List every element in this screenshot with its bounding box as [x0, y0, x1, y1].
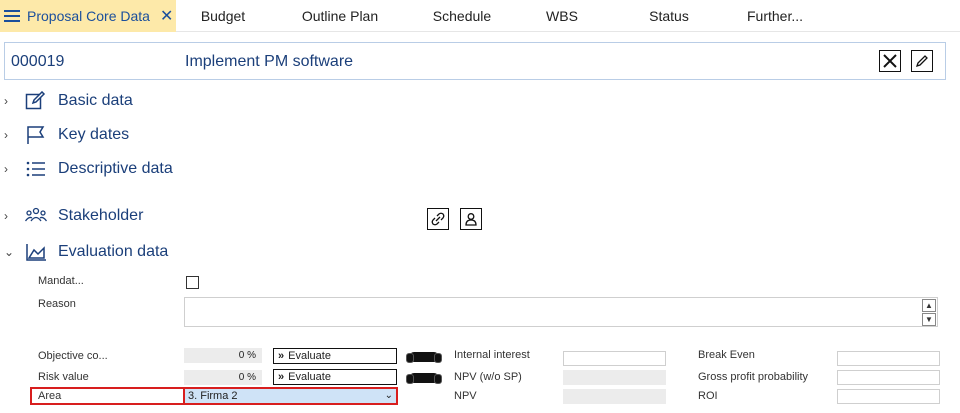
tab-status[interactable]: Status: [610, 0, 728, 32]
section-evaluation-data[interactable]: ⌄ Evaluation data: [4, 239, 168, 265]
record-id: 000019: [11, 53, 65, 70]
cancel-button[interactable]: [879, 50, 901, 72]
chevron-right-icon[interactable]: ›: [4, 94, 20, 108]
roller-icon: [406, 352, 442, 363]
tab-label: Budget: [200, 8, 246, 24]
area-select[interactable]: 3. Firma 2 ⌄: [183, 387, 398, 405]
area-label: Area: [38, 390, 62, 402]
tab-label: Further...: [746, 8, 804, 24]
tab-schedule[interactable]: Schedule: [410, 0, 514, 32]
roller-icon: [406, 373, 442, 384]
pencil-icon: [915, 55, 928, 68]
edit-button[interactable]: [911, 50, 933, 72]
record-title: Implement PM software: [185, 53, 354, 70]
link-icon: [431, 212, 445, 226]
roi-field[interactable]: [837, 389, 940, 404]
tab-label: WBS: [546, 8, 578, 24]
tab-proposal-core-data[interactable]: Proposal Core Data ✕: [0, 0, 176, 32]
tab-label: Status: [649, 8, 689, 24]
tab-further[interactable]: Further...: [728, 0, 822, 32]
tab-label: Schedule: [432, 8, 492, 24]
list-icon: [24, 158, 48, 180]
tab-label: Proposal Core Data: [27, 8, 150, 24]
area-chart-icon: [24, 241, 48, 263]
section-basic-data[interactable]: › Basic data: [4, 88, 133, 114]
objective-label: Objective co...: [38, 350, 108, 362]
tab-outline-plan[interactable]: Outline Plan: [270, 0, 410, 32]
area-value: 3. Firma 2: [188, 390, 238, 402]
section-descriptive-data[interactable]: › Descriptive data: [4, 156, 173, 182]
double-chevron-icon: »: [278, 350, 285, 362]
npv-wo-sp-label: NPV (w/o SP): [454, 371, 522, 383]
npv-label: NPV: [454, 390, 477, 402]
gross-profit-field[interactable]: [837, 370, 940, 385]
chevron-down-icon[interactable]: ⌄: [4, 245, 20, 259]
section-label: Key dates: [58, 126, 130, 143]
evaluate-label: Evaluate: [288, 350, 331, 362]
section-label: Stakeholder: [58, 207, 144, 224]
reason-textarea[interactable]: ▲ ▼: [184, 297, 938, 327]
break-even-label: Break Even: [698, 349, 755, 361]
internal-interest-field[interactable]: [563, 351, 666, 366]
people-icon: [24, 205, 48, 227]
menu-icon[interactable]: [4, 10, 20, 22]
section-label: Descriptive data: [58, 160, 173, 177]
mandatory-label: Mandat...: [38, 275, 84, 287]
section-label: Evaluation data: [58, 243, 169, 260]
edit-icon: [24, 90, 48, 112]
tab-budget[interactable]: Budget: [176, 0, 270, 32]
break-even-field[interactable]: [837, 351, 940, 366]
risk-label: Risk value: [38, 371, 89, 383]
tab-label: Outline Plan: [301, 8, 379, 24]
chevron-right-icon[interactable]: ›: [4, 128, 20, 142]
reason-label: Reason: [38, 298, 76, 310]
gross-profit-label: Gross profit probability: [698, 371, 809, 383]
npv-wo-sp-field: [563, 370, 666, 385]
section-key-dates[interactable]: › Key dates: [4, 122, 129, 148]
evaluate-objective-button[interactable]: » Evaluate: [273, 348, 397, 364]
evaluate-label: Evaluate: [288, 371, 331, 383]
scroll-up-icon[interactable]: ▲: [922, 299, 936, 312]
evaluate-risk-button[interactable]: » Evaluate: [273, 369, 397, 385]
tab-bar: Proposal Core Data ✕ Budget Outline Plan…: [0, 0, 960, 32]
close-icon[interactable]: ✕: [160, 6, 173, 26]
internal-interest-label: Internal interest: [454, 349, 530, 361]
person-icon: [465, 213, 477, 226]
person-button[interactable]: [460, 208, 482, 230]
section-stakeholder[interactable]: › Stakeholder: [4, 203, 143, 229]
tab-wbs[interactable]: WBS: [514, 0, 610, 32]
scroll-down-icon[interactable]: ▼: [922, 313, 936, 326]
link-button[interactable]: [427, 208, 449, 230]
chevron-right-icon[interactable]: ›: [4, 162, 20, 176]
chevron-down-icon: ⌄: [384, 390, 393, 401]
flag-icon: [24, 124, 48, 146]
chevron-right-icon[interactable]: ›: [4, 209, 20, 223]
roi-label: ROI: [698, 390, 718, 402]
close-icon: [883, 54, 897, 68]
objective-value: 0 %: [184, 348, 262, 363]
risk-value: 0 %: [184, 370, 262, 385]
section-label: Basic data: [58, 92, 133, 109]
mandatory-checkbox[interactable]: [186, 276, 199, 289]
npv-field: [563, 389, 666, 404]
double-chevron-icon: »: [278, 371, 285, 383]
record-header: 000019 Implement PM software: [4, 42, 946, 80]
